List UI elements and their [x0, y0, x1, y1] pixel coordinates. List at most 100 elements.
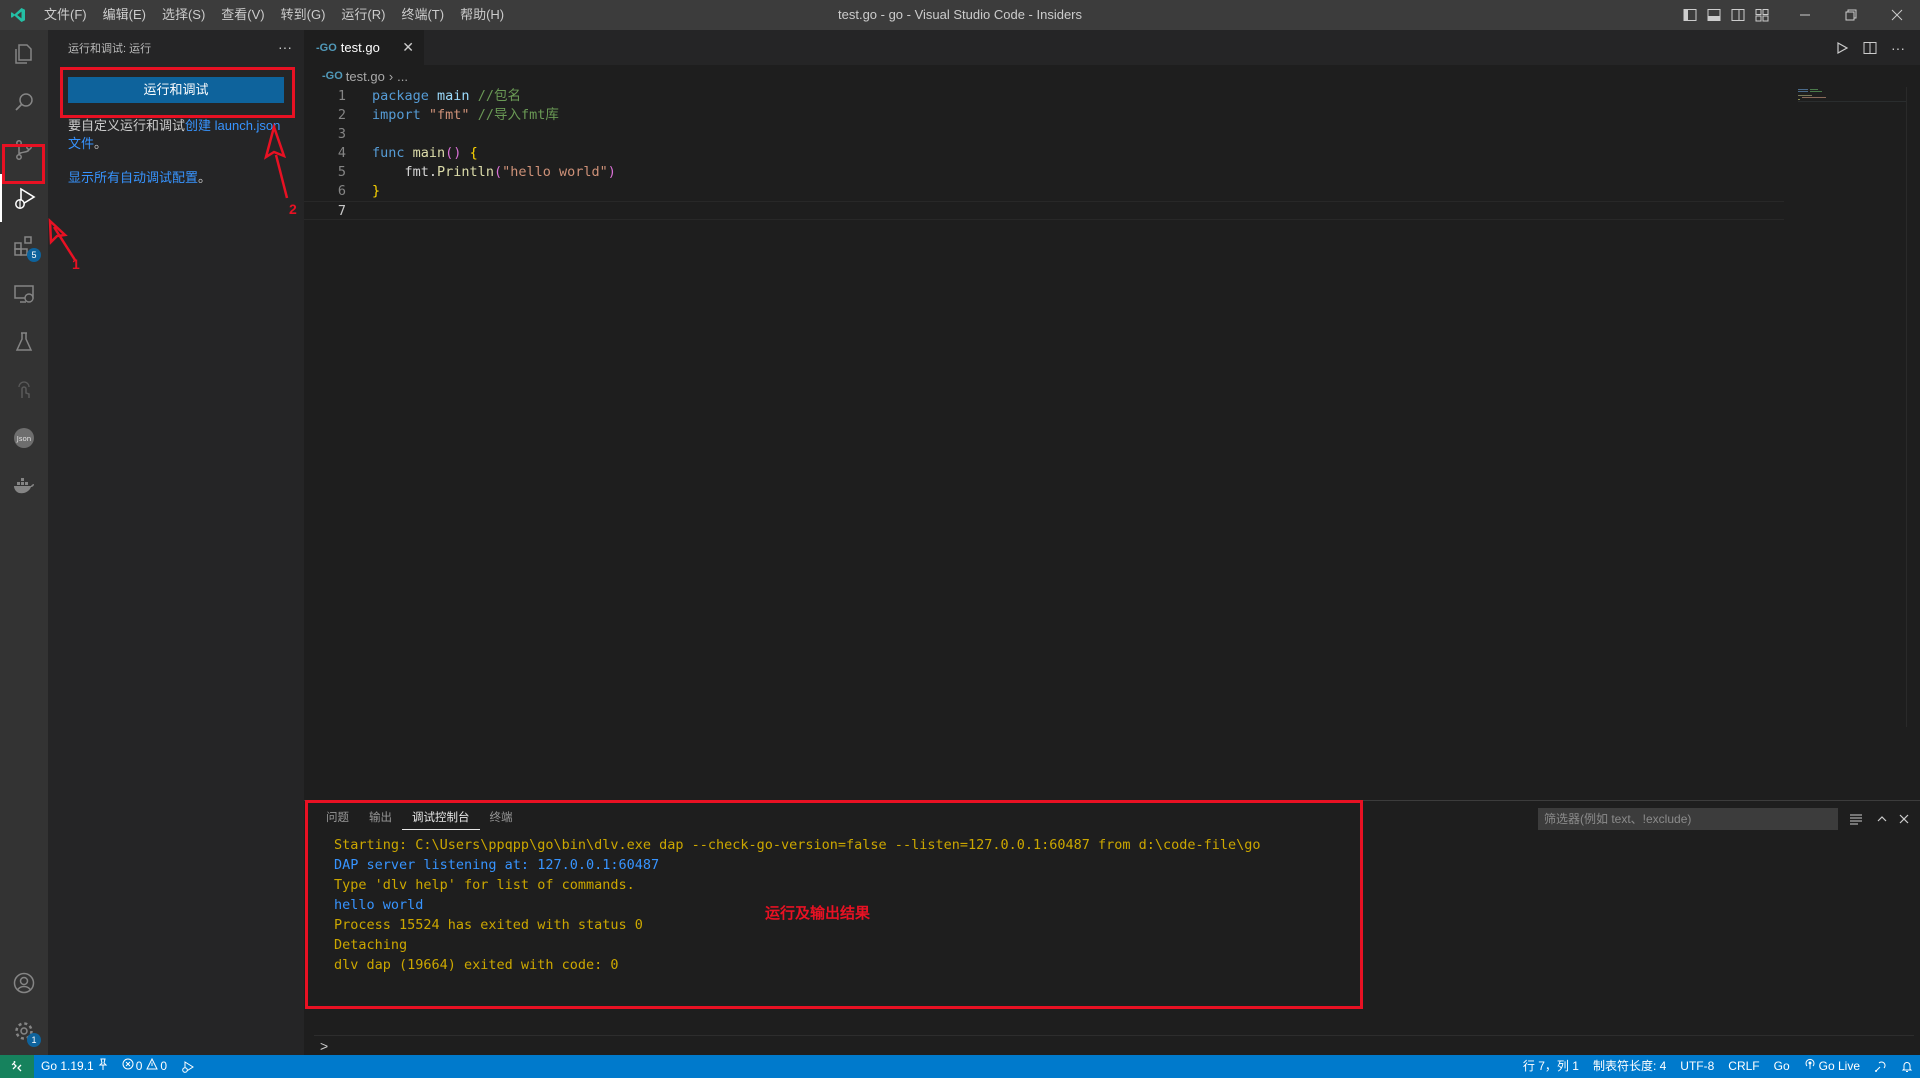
restore-icon[interactable] [1828, 0, 1874, 30]
editor-more-actions-icon[interactable]: ··· [1884, 40, 1912, 56]
clear-console-icon[interactable] [1844, 801, 1868, 836]
create-launch-json-link-file[interactable]: 文件 [68, 136, 94, 151]
show-all-debug-configs-link[interactable]: 显示所有自动调试配置 [68, 170, 198, 185]
menu-bar: 文件(F) 编辑(E) 选择(S) 查看(V) 转到(G) 运行(R) 终端(T… [36, 0, 512, 30]
remote-indicator-icon[interactable] [0, 1055, 34, 1078]
error-count: 0 [135, 1059, 143, 1073]
manage-badge: 1 [27, 1033, 41, 1047]
extensions-badge: 5 [27, 248, 41, 262]
split-editor-icon[interactable] [1856, 41, 1884, 55]
title-bar: 文件(F) 编辑(E) 选择(S) 查看(V) 转到(G) 运行(R) 终端(T… [0, 0, 1920, 30]
encoding-status[interactable]: UTF-8 [1673, 1055, 1721, 1078]
code-line: 2 import "fmt" //导入fmt库 [304, 106, 1784, 125]
brace: } [372, 183, 381, 199]
sidebar-title: 运行和调试: 运行 [68, 42, 152, 55]
annotation-box-run-icon [2, 144, 45, 184]
show-all-period: 。 [198, 170, 212, 185]
close-panel-icon[interactable] [1892, 801, 1916, 836]
menu-terminal[interactable]: 终端(T) [393, 0, 452, 30]
line-number: 1 [337, 88, 346, 104]
warning-count: 0 [160, 1059, 168, 1073]
console-filter-input[interactable]: 筛选器(例如 text、!exclude) [1538, 808, 1838, 830]
function-call: Println [437, 164, 494, 180]
status-bar: Go 1.19.1 0 0 行 7，列 1 制表符长度: 4 UTF-8 CRL… [0, 1055, 1920, 1078]
editor-tab-bar: -GO test.go ✕ ··· [304, 30, 1920, 65]
broadcast-icon [1804, 1055, 1816, 1078]
close-tab-icon[interactable]: ✕ [402, 30, 414, 65]
brace: { [469, 145, 478, 161]
minimap[interactable] [1798, 87, 1908, 117]
search-icon[interactable] [0, 78, 48, 126]
code-editor[interactable]: 1 package main //包名 2 import "fmt" //导入f… [304, 87, 1784, 220]
console-prompt-chevron-icon: > [320, 1038, 329, 1054]
menu-view[interactable]: 查看(V) [213, 0, 272, 30]
extensions-icon[interactable]: 5 [0, 222, 48, 270]
toggle-sidebar-icon[interactable] [1678, 0, 1702, 30]
testing-icon[interactable] [0, 318, 48, 366]
manage-gear-icon[interactable]: 1 [0, 1007, 48, 1055]
go-live-icon[interactable] [0, 366, 48, 414]
pin-icon [98, 1055, 108, 1078]
menu-file[interactable]: 文件(F) [36, 0, 95, 30]
code-line: 4 func main() { [304, 144, 1784, 163]
code-line: 6 } [304, 182, 1784, 201]
string: "hello world" [502, 164, 608, 180]
menu-edit[interactable]: 编辑(E) [95, 0, 154, 30]
annotation-box-run-button [60, 67, 295, 118]
debug-console-input[interactable]: > [314, 1035, 1914, 1055]
indentation-status[interactable]: 制表符长度: 4 [1586, 1055, 1673, 1078]
eol-status[interactable]: CRLF [1721, 1055, 1766, 1078]
account-icon[interactable] [0, 959, 48, 1007]
docker-icon[interactable] [0, 462, 48, 510]
tab-test-go[interactable]: -GO test.go ✕ [304, 30, 424, 65]
annotation-label-1: 1 [72, 256, 80, 272]
cursor-position[interactable]: 行 7，列 1 [1516, 1055, 1586, 1078]
notifications-bell-icon[interactable] [1894, 1060, 1920, 1073]
go-live-button[interactable]: Go Live [1797, 1055, 1867, 1078]
debug-status-icon[interactable] [174, 1060, 202, 1073]
line-number: 3 [337, 126, 346, 142]
explorer-icon[interactable] [0, 30, 48, 78]
toggle-secondary-sidebar-icon[interactable] [1726, 0, 1750, 30]
problems-status[interactable]: 0 0 [115, 1055, 174, 1078]
close-window-icon[interactable] [1874, 0, 1920, 30]
menu-go[interactable]: 转到(G) [273, 0, 334, 30]
menu-run[interactable]: 运行(R) [333, 0, 393, 30]
sidebar-header: 运行和调试: 运行 ··· [48, 30, 304, 65]
customize-layout-icon[interactable] [1750, 0, 1774, 30]
menu-help[interactable]: 帮助(H) [452, 0, 512, 30]
breadcrumb-file[interactable]: test.go [346, 69, 385, 84]
code-line-current: 7 [304, 201, 1784, 220]
breadcrumb-symbols[interactable]: ... [397, 69, 408, 84]
code-line: 1 package main //包名 [304, 87, 1784, 106]
customize-text: 要自定义运行和调试 [68, 118, 186, 133]
tab-label: test.go [340, 40, 380, 55]
editor-scrollbar[interactable] [1906, 87, 1920, 727]
run-debug-sidebar: 运行和调试: 运行 ··· 运行和调试 要自定义运行和调试创建 launch.j… [48, 30, 304, 1055]
annotation-label-2: 2 [289, 201, 297, 217]
more-actions-icon[interactable]: ··· [278, 30, 292, 65]
editor-area: -GO test.go ✕ ··· -GO test.go › ... 1 pa… [304, 30, 1920, 800]
run-file-icon[interactable] [1828, 41, 1856, 55]
feedback-icon[interactable] [1867, 1060, 1894, 1073]
code-line: 3 [304, 125, 1784, 144]
parens: () [445, 145, 462, 161]
line-number: 6 [337, 183, 346, 199]
annotation-result-label: 运行及输出结果 [765, 905, 871, 922]
create-launch-json-link[interactable]: 创建 launch.json [185, 118, 280, 133]
error-icon [122, 1055, 134, 1078]
svg-text:Json: Json [16, 435, 31, 443]
function-name: main [412, 145, 446, 161]
customize-period: 。 [94, 136, 108, 151]
keyword: import [372, 107, 421, 123]
json-icon[interactable]: Json [0, 414, 48, 462]
remote-explorer-icon[interactable] [0, 270, 48, 318]
toggle-panel-icon[interactable] [1702, 0, 1726, 30]
minimize-icon[interactable] [1782, 0, 1828, 30]
vscode-logo-icon [0, 0, 36, 30]
menu-selection[interactable]: 选择(S) [154, 0, 213, 30]
comment: //包名 [477, 88, 521, 104]
maximize-panel-icon[interactable] [1870, 801, 1894, 836]
language-mode[interactable]: Go [1767, 1055, 1797, 1078]
go-version-status[interactable]: Go 1.19.1 [34, 1055, 115, 1078]
